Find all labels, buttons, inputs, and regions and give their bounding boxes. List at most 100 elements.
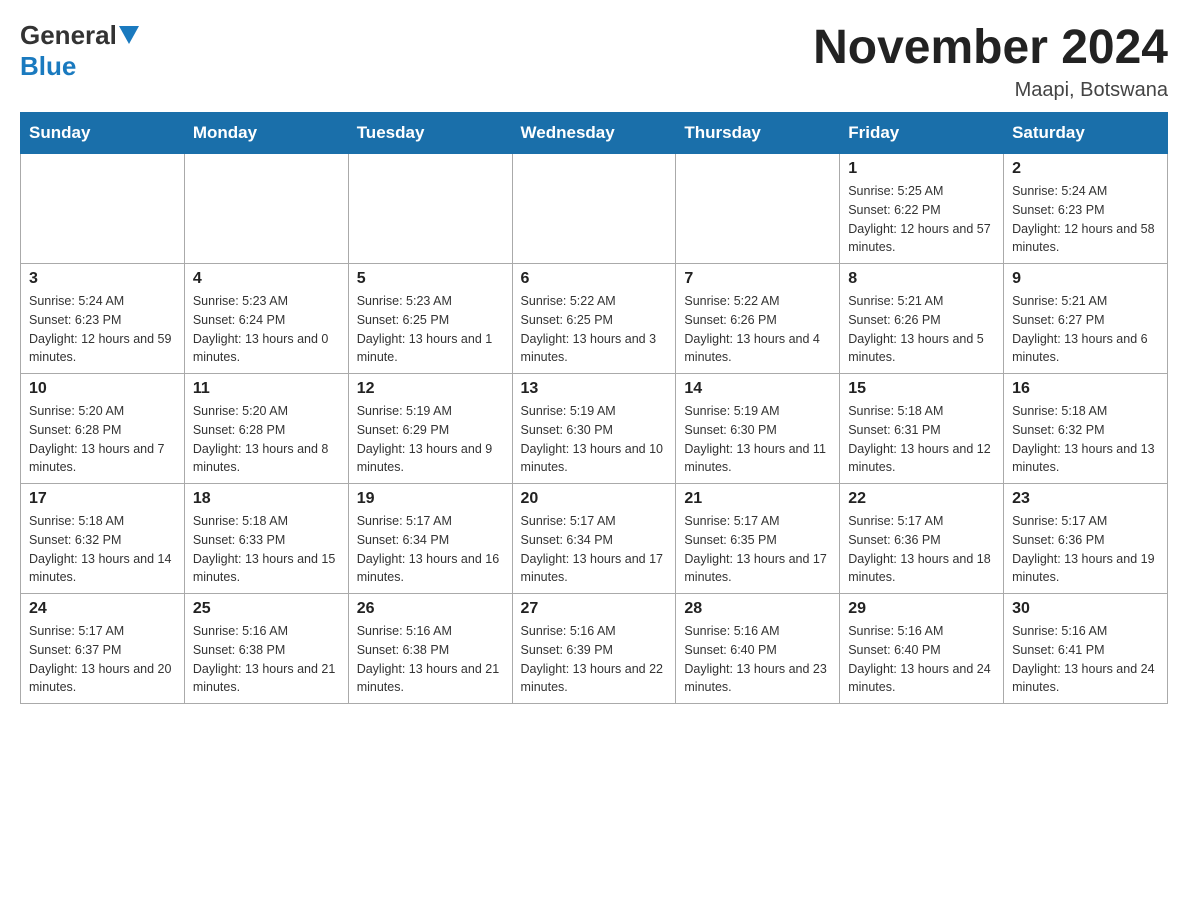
day-number: 19 <box>357 490 504 508</box>
table-row: 11 Sunrise: 5:20 AMSunset: 6:28 PMDayligh… <box>184 374 348 484</box>
day-info: Sunrise: 5:19 AMSunset: 6:30 PMDaylight:… <box>521 402 668 477</box>
day-info: Sunrise: 5:17 AMSunset: 6:34 PMDaylight:… <box>521 512 668 587</box>
calendar-week-row: 17Sunrise: 5:18 AMSunset: 6:32 PMDayligh… <box>21 484 1168 594</box>
day-number: 17 <box>29 490 176 508</box>
logo-blue: Blue <box>20 51 76 81</box>
day-number: 10 <box>29 380 176 398</box>
day-info: Sunrise: 5:16 AMSunset: 6:41 PMDaylight:… <box>1012 622 1159 697</box>
table-row: 19 Sunrise: 5:17 AMSunset: 6:34 PMDayligh… <box>348 484 512 594</box>
page-header: General Blue November 2024 Maapi, Botswa… <box>20 20 1168 102</box>
calendar-week-row: 10 Sunrise: 5:20 AMSunset: 6:28 PMDayligh… <box>21 374 1168 484</box>
table-row: 24 Sunrise: 5:17 AMSunset: 6:37 PMDayligh… <box>21 594 185 704</box>
header-saturday: Saturday <box>1004 113 1168 154</box>
table-row: 27Sunrise: 5:16 AMSunset: 6:39 PMDayligh… <box>512 594 676 704</box>
day-info: Sunrise: 5:20 AMSunset: 6:28 PMDaylight:… <box>29 402 176 477</box>
day-number: 28 <box>684 600 831 618</box>
logo: General Blue <box>20 20 139 82</box>
day-number: 13 <box>521 380 668 398</box>
table-row: 9 Sunrise: 5:21 AMSunset: 6:27 PMDaylight… <box>1004 264 1168 374</box>
day-number: 7 <box>684 270 831 288</box>
day-number: 12 <box>357 380 504 398</box>
day-info: Sunrise: 5:17 AMSunset: 6:37 PMDaylight:… <box>29 622 176 697</box>
header-friday: Friday <box>840 113 1004 154</box>
day-info: Sunrise: 5:17 AMSunset: 6:36 PMDaylight:… <box>1012 512 1159 587</box>
day-number: 18 <box>193 490 340 508</box>
day-number: 11 <box>193 380 340 398</box>
day-info: Sunrise: 5:16 AMSunset: 6:38 PMDaylight:… <box>357 622 504 697</box>
day-number: 21 <box>684 490 831 508</box>
day-info: Sunrise: 5:20 AMSunset: 6:28 PMDaylight:… <box>193 402 340 477</box>
header-monday: Monday <box>184 113 348 154</box>
table-row: 28 Sunrise: 5:16 AMSunset: 6:40 PMDayligh… <box>676 594 840 704</box>
calendar-week-row: 24 Sunrise: 5:17 AMSunset: 6:37 PMDayligh… <box>21 594 1168 704</box>
day-info: Sunrise: 5:16 AMSunset: 6:40 PMDaylight:… <box>684 622 831 697</box>
table-row: 29 Sunrise: 5:16 AMSunset: 6:40 PMDayligh… <box>840 594 1004 704</box>
day-number: 29 <box>848 600 995 618</box>
table-row: 1 Sunrise: 5:25 AMSunset: 6:22 PMDaylight… <box>840 154 1004 264</box>
table-row <box>512 154 676 264</box>
header-sunday: Sunday <box>21 113 185 154</box>
day-number: 5 <box>357 270 504 288</box>
day-number: 16 <box>1012 380 1159 398</box>
table-row: 4 Sunrise: 5:23 AMSunset: 6:24 PMDaylight… <box>184 264 348 374</box>
month-title: November 2024 <box>813 20 1168 75</box>
day-info: Sunrise: 5:22 AMSunset: 6:25 PMDaylight:… <box>521 292 668 367</box>
day-number: 14 <box>684 380 831 398</box>
day-number: 2 <box>1012 160 1159 178</box>
day-info: Sunrise: 5:17 AMSunset: 6:36 PMDaylight:… <box>848 512 995 587</box>
table-row: 20 Sunrise: 5:17 AMSunset: 6:34 PMDayligh… <box>512 484 676 594</box>
day-info: Sunrise: 5:17 AMSunset: 6:34 PMDaylight:… <box>357 512 504 587</box>
location: Maapi, Botswana <box>813 79 1168 102</box>
day-info: Sunrise: 5:17 AMSunset: 6:35 PMDaylight:… <box>684 512 831 587</box>
table-row: 22 Sunrise: 5:17 AMSunset: 6:36 PMDayligh… <box>840 484 1004 594</box>
table-row: 8 Sunrise: 5:21 AMSunset: 6:26 PMDaylight… <box>840 264 1004 374</box>
header-thursday: Thursday <box>676 113 840 154</box>
table-row <box>184 154 348 264</box>
table-row: 18 Sunrise: 5:18 AMSunset: 6:33 PMDayligh… <box>184 484 348 594</box>
day-number: 24 <box>29 600 176 618</box>
day-info: Sunrise: 5:23 AMSunset: 6:24 PMDaylight:… <box>193 292 340 367</box>
table-row: 15 Sunrise: 5:18 AMSunset: 6:31 PMDayligh… <box>840 374 1004 484</box>
table-row: 26 Sunrise: 5:16 AMSunset: 6:38 PMDayligh… <box>348 594 512 704</box>
day-info: Sunrise: 5:18 AMSunset: 6:33 PMDaylight:… <box>193 512 340 587</box>
day-info: Sunrise: 5:19 AMSunset: 6:29 PMDaylight:… <box>357 402 504 477</box>
day-info: Sunrise: 5:16 AMSunset: 6:40 PMDaylight:… <box>848 622 995 697</box>
table-row: 3Sunrise: 5:24 AMSunset: 6:23 PMDaylight… <box>21 264 185 374</box>
day-info: Sunrise: 5:16 AMSunset: 6:38 PMDaylight:… <box>193 622 340 697</box>
calendar-week-row: 1 Sunrise: 5:25 AMSunset: 6:22 PMDaylight… <box>21 154 1168 264</box>
table-row <box>21 154 185 264</box>
table-row: 17Sunrise: 5:18 AMSunset: 6:32 PMDayligh… <box>21 484 185 594</box>
day-info: Sunrise: 5:21 AMSunset: 6:27 PMDaylight:… <box>1012 292 1159 367</box>
header-wednesday: Wednesday <box>512 113 676 154</box>
table-row: 30 Sunrise: 5:16 AMSunset: 6:41 PMDayligh… <box>1004 594 1168 704</box>
table-row: 5Sunrise: 5:23 AMSunset: 6:25 PMDaylight… <box>348 264 512 374</box>
table-row: 13 Sunrise: 5:19 AMSunset: 6:30 PMDayligh… <box>512 374 676 484</box>
day-number: 8 <box>848 270 995 288</box>
table-row: 12 Sunrise: 5:19 AMSunset: 6:29 PMDayligh… <box>348 374 512 484</box>
day-number: 25 <box>193 600 340 618</box>
day-number: 1 <box>848 160 995 178</box>
table-row <box>348 154 512 264</box>
day-info: Sunrise: 5:24 AMSunset: 6:23 PMDaylight:… <box>1012 182 1159 257</box>
header-tuesday: Tuesday <box>348 113 512 154</box>
day-number: 3 <box>29 270 176 288</box>
day-info: Sunrise: 5:16 AMSunset: 6:39 PMDaylight:… <box>521 622 668 697</box>
day-number: 6 <box>521 270 668 288</box>
day-number: 30 <box>1012 600 1159 618</box>
table-row: 21 Sunrise: 5:17 AMSunset: 6:35 PMDayligh… <box>676 484 840 594</box>
table-row: 2 Sunrise: 5:24 AMSunset: 6:23 PMDaylight… <box>1004 154 1168 264</box>
day-number: 15 <box>848 380 995 398</box>
day-number: 26 <box>357 600 504 618</box>
day-info: Sunrise: 5:19 AMSunset: 6:30 PMDaylight:… <box>684 402 831 477</box>
day-info: Sunrise: 5:18 AMSunset: 6:32 PMDaylight:… <box>1012 402 1159 477</box>
day-info: Sunrise: 5:21 AMSunset: 6:26 PMDaylight:… <box>848 292 995 367</box>
day-number: 20 <box>521 490 668 508</box>
logo-triangle-icon <box>119 26 139 48</box>
day-info: Sunrise: 5:18 AMSunset: 6:31 PMDaylight:… <box>848 402 995 477</box>
day-info: Sunrise: 5:25 AMSunset: 6:22 PMDaylight:… <box>848 182 995 257</box>
day-number: 9 <box>1012 270 1159 288</box>
day-number: 4 <box>193 270 340 288</box>
table-row: 14 Sunrise: 5:19 AMSunset: 6:30 PMDayligh… <box>676 374 840 484</box>
day-number: 22 <box>848 490 995 508</box>
logo-general: General <box>20 20 117 51</box>
